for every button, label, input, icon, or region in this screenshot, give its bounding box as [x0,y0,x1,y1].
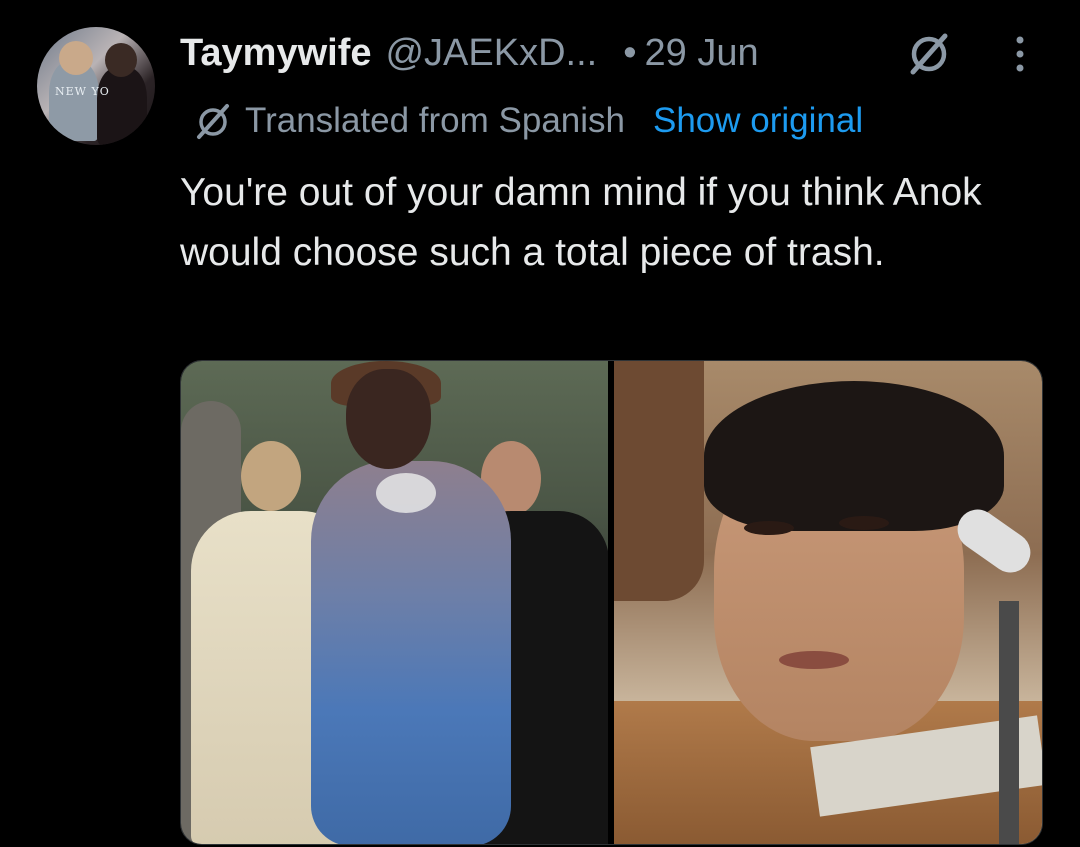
photo-mic-stand [999,601,1019,844]
media-grid [180,360,1043,845]
more-dots-icon[interactable] [1008,30,1032,78]
photo-left[interactable] [181,361,608,844]
show-original-link[interactable]: Show original [653,101,863,141]
separator-dot: • [623,31,637,74]
avatar[interactable]: NEW YO [37,27,155,145]
photo-bg-head [241,441,301,511]
translation-bar: Translated from Spanish Show original [193,98,863,144]
photo-man-mouth [779,651,849,669]
tweet-date[interactable]: 29 Jun [645,32,759,75]
user-handle[interactable]: @JAEKxD... [385,32,597,75]
display-name[interactable]: Taymywife [180,32,371,75]
grok-icon[interactable] [905,30,953,78]
photo-model-head [346,369,431,469]
photo-man-eye [744,521,794,535]
translated-label: Translated from Spanish [245,101,625,140]
photo-model-body [311,461,511,844]
tweet-text: You're out of your damn mind if you thin… [180,171,982,274]
avatar-shirt-text: NEW YO [55,85,110,98]
avatar-head-right [105,43,137,77]
photo-man-eye [839,516,889,530]
photo-bg-figure [614,361,704,601]
tweet-header: Taymywife @JAEKxD... • 29 Jun [180,28,759,78]
translate-icon [197,104,229,139]
photo-right[interactable] [614,361,1042,844]
avatar-person-right [97,67,147,145]
avatar-head-left [59,41,93,75]
photo-necklace [376,473,436,513]
tweet: NEW YO Taymywife @JAEKxD... • 29 Jun Tra… [0,0,1080,847]
photo-man-hair [704,381,1004,531]
